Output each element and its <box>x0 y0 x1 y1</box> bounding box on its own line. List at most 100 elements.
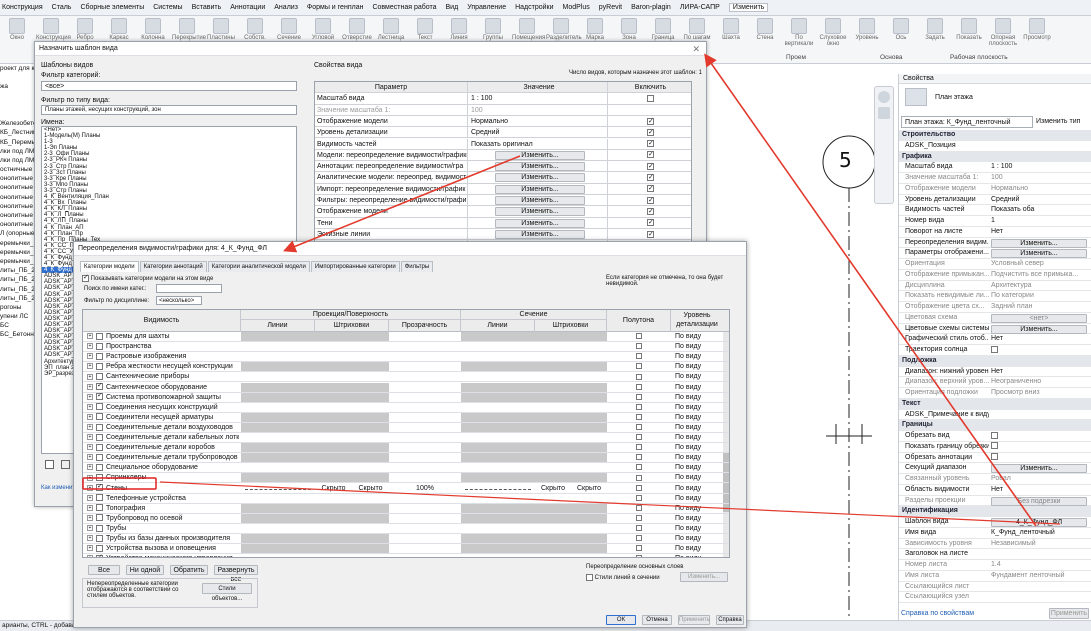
include-checkbox[interactable] <box>647 195 654 206</box>
param-value[interactable]: Изменить... <box>467 161 607 172</box>
category-row[interactable]: + Соединительные детали коробов По виду <box>83 443 729 454</box>
menu-item[interactable]: Системы <box>153 4 182 11</box>
ribbon-button[interactable]: Уровень <box>852 18 882 41</box>
override-cell[interactable] <box>315 544 389 554</box>
property-value[interactable]: Неограниченно <box>991 377 1087 388</box>
override-cell[interactable] <box>535 392 607 402</box>
edit-button[interactable]: Изменить... <box>495 184 585 194</box>
override-cell[interactable] <box>315 342 389 352</box>
properties-apply-button[interactable]: Применить <box>1049 608 1089 619</box>
override-cell[interactable] <box>535 422 607 432</box>
category-visibility-checkbox[interactable] <box>96 463 103 471</box>
override-cell[interactable] <box>241 523 315 533</box>
override-cell[interactable] <box>315 554 389 557</box>
expand-all-button[interactable]: Развернуть все <box>214 565 258 583</box>
category-visibility-checkbox[interactable] <box>96 494 103 502</box>
category-row[interactable]: + Трубы По виду <box>83 523 729 534</box>
invert-button[interactable]: Обратить <box>170 565 208 575</box>
include-checkbox[interactable] <box>647 206 654 217</box>
type-filter-select[interactable]: Планы этажей, несущих конструкций, зон <box>41 105 297 115</box>
override-cell[interactable] <box>461 382 535 392</box>
menu-item[interactable]: pyRevit <box>599 4 622 11</box>
browser-item[interactable] <box>0 101 34 110</box>
browser-item[interactable]: лки под ЛМ <box>0 147 34 156</box>
property-checkbox[interactable] <box>991 442 998 450</box>
category-row[interactable]: + Соединители несущей арматуры По виду <box>83 412 729 423</box>
expand-icon[interactable]: + <box>87 373 93 380</box>
property-value[interactable]: Задний план <box>991 302 1087 313</box>
property-edit-button[interactable]: Изменить... <box>991 464 1087 474</box>
override-cell[interactable] <box>535 544 607 554</box>
override-cell[interactable] <box>241 402 315 412</box>
override-cell[interactable] <box>241 433 315 443</box>
apply-button[interactable]: Применить <box>678 615 710 625</box>
property-edit-button[interactable]: <нет> <box>991 313 1087 323</box>
ok-button[interactable]: ОК <box>606 615 636 625</box>
detail-level[interactable]: По виду <box>675 393 721 402</box>
halftone-checkbox[interactable] <box>636 504 642 511</box>
menu-item[interactable]: ModPlus <box>563 4 590 11</box>
expand-icon[interactable]: + <box>87 363 93 370</box>
browser-item[interactable]: КБ_Лестниц <box>0 128 34 137</box>
browser-item[interactable]: жа <box>0 82 34 91</box>
override-cell[interactable] <box>315 534 389 544</box>
property-edit-button[interactable]: Изменить... <box>991 249 1087 259</box>
property-value[interactable]: 100 <box>991 173 1087 184</box>
detail-level[interactable]: По виду <box>675 433 721 442</box>
override-cell[interactable] <box>241 513 315 523</box>
override-cell[interactable] <box>461 473 535 483</box>
property-value[interactable]: Нормально <box>991 184 1087 195</box>
browser-item[interactable]: литы_ПБ_22 <box>0 285 34 294</box>
category-visibility-checkbox[interactable] <box>96 474 103 482</box>
override-cell[interactable] <box>535 382 607 392</box>
ribbon-button[interactable]: Собств. <box>240 18 270 41</box>
halftone-checkbox[interactable] <box>636 514 642 521</box>
help-button[interactable]: Справка <box>716 615 744 625</box>
override-cell[interactable] <box>315 503 389 513</box>
override-cell[interactable] <box>535 463 607 473</box>
menu-item[interactable]: Вставить <box>192 4 222 11</box>
override-cell[interactable] <box>315 443 389 453</box>
category-visibility-checkbox[interactable] <box>96 524 103 532</box>
category-visibility-checkbox[interactable] <box>96 484 103 492</box>
override-cell[interactable] <box>535 443 607 453</box>
param-value[interactable]: Изменить... <box>467 172 607 183</box>
halftone-checkbox[interactable] <box>636 525 642 532</box>
override-cell[interactable] <box>241 453 315 463</box>
category-row[interactable]: + Устройства механического управления По в… <box>83 554 729 557</box>
halftone-checkbox[interactable] <box>636 494 642 501</box>
browser-item[interactable]: литы_ПБ_22 <box>0 294 34 303</box>
override-cell[interactable] <box>241 412 315 422</box>
object-styles-button[interactable]: Стили объектов... <box>202 583 252 602</box>
property-value[interactable]: Фундамент ленточный <box>991 571 1087 582</box>
select-none-button[interactable]: Ни одной <box>126 565 164 575</box>
detail-level[interactable]: По виду <box>675 423 721 432</box>
override-cell[interactable] <box>461 342 535 352</box>
halftone-checkbox[interactable] <box>636 403 642 410</box>
browser-item[interactable]: роект для ку <box>0 64 34 73</box>
halftone-checkbox[interactable] <box>636 434 642 441</box>
override-cell[interactable] <box>535 453 607 463</box>
category-visibility-checkbox[interactable] <box>96 534 103 542</box>
override-cell[interactable] <box>315 513 389 523</box>
ribbon-button[interactable]: По шагам <box>682 18 712 41</box>
halftone-checkbox[interactable] <box>636 555 642 557</box>
halftone-checkbox[interactable] <box>636 383 642 390</box>
detail-level[interactable]: По виду <box>675 514 721 523</box>
menu-item[interactable]: Управление <box>467 4 506 11</box>
sec-lines-pattern[interactable] <box>465 484 531 490</box>
expand-icon[interactable]: + <box>87 504 93 511</box>
property-value[interactable]: Нет <box>991 334 1087 345</box>
category-row[interactable]: +СтеныСкрытоСкрыто100%СкрытоСкрытоПо вид… <box>83 484 729 494</box>
ribbon-button[interactable]: Задать <box>920 18 950 41</box>
category-row[interactable]: + Пространства По виду <box>83 342 729 353</box>
menu-item[interactable]: Формы и генплан <box>307 4 364 11</box>
property-edit-button[interactable]: Изменить... <box>991 238 1087 248</box>
edit-button[interactable]: Изменить... <box>495 207 585 217</box>
detail-level[interactable]: По виду <box>675 524 721 533</box>
category-visibility-checkbox[interactable] <box>96 554 103 557</box>
override-cell[interactable] <box>535 493 607 503</box>
override-cell[interactable] <box>535 534 607 544</box>
expand-icon[interactable]: + <box>87 434 93 441</box>
expand-icon[interactable]: + <box>87 333 93 340</box>
